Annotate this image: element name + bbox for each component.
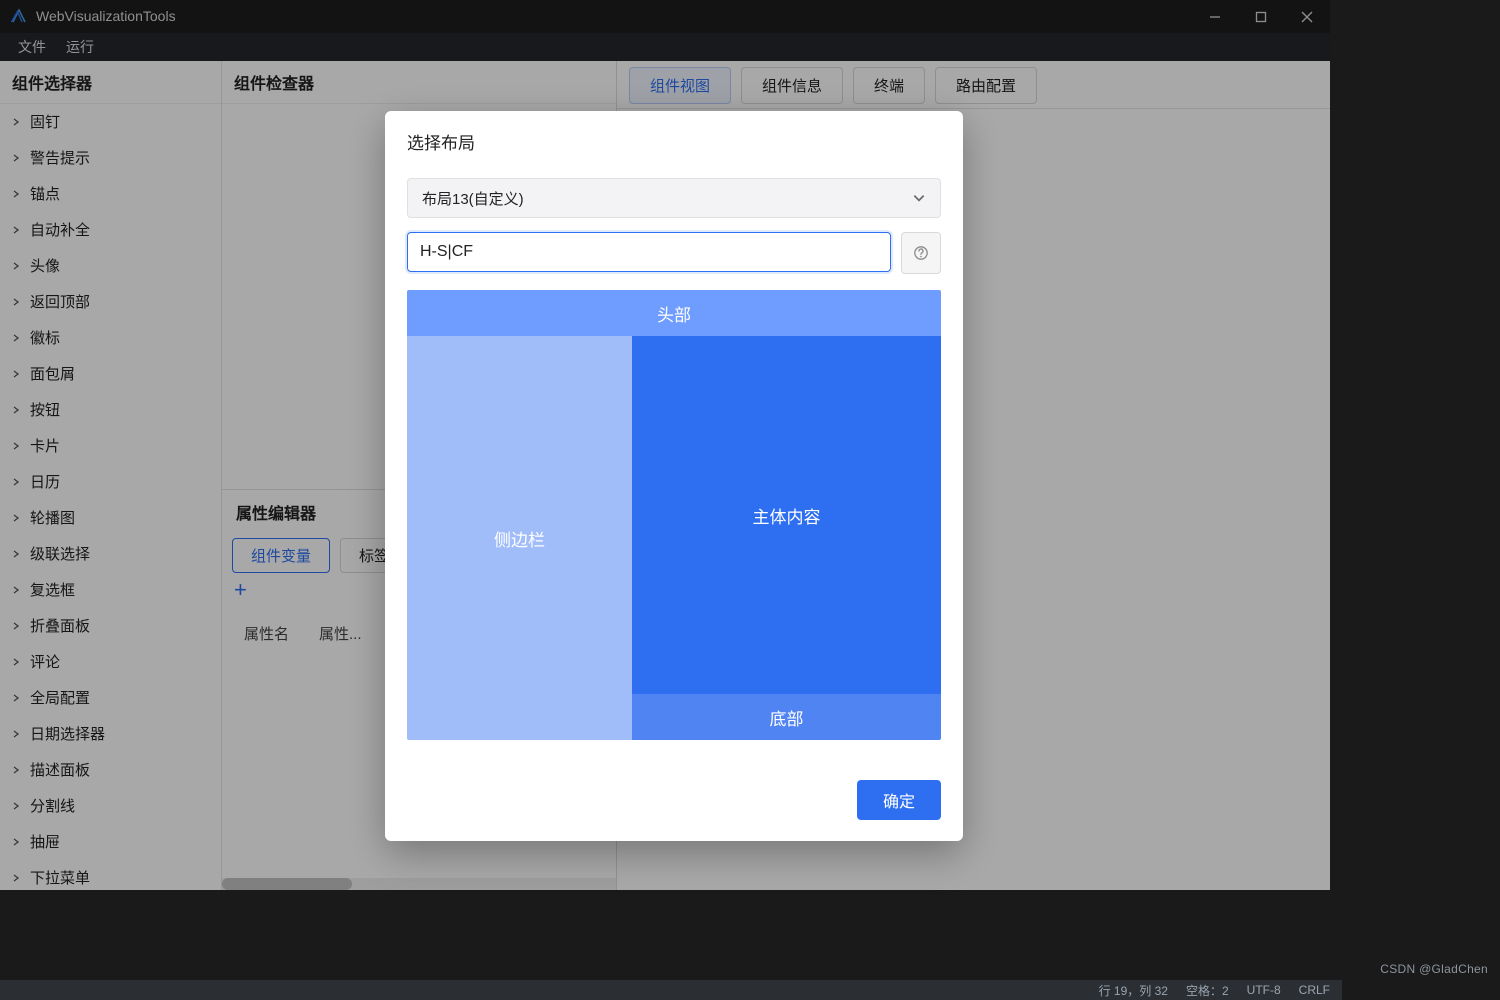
status-encoding: UTF-8 xyxy=(1247,983,1281,997)
layout-preview-sidebar: 侧边栏 xyxy=(407,336,632,740)
modal-ok-button[interactable]: 确定 xyxy=(857,780,941,820)
layout-preset-select[interactable]: 布局13(自定义) xyxy=(407,178,941,218)
watermark: CSDN @GladChen xyxy=(1380,962,1488,976)
layout-preview-footer: 底部 xyxy=(632,694,941,740)
layout-preset-value: 布局13(自定义) xyxy=(422,188,524,209)
status-spaces: 空格：2 xyxy=(1186,982,1229,999)
modal-title: 选择布局 xyxy=(385,111,963,172)
layout-preview-content: 主体内容 xyxy=(632,336,941,694)
app-shell: WebVisualizationTools 文件 运行 组件选择器 固钉警告提示… xyxy=(0,0,1330,890)
status-position: 行 19，列 32 xyxy=(1099,982,1168,999)
layout-expression-input[interactable] xyxy=(407,232,891,272)
layout-preview-header: 头部 xyxy=(407,290,941,336)
layout-preview: 头部 侧边栏 主体内容 底部 xyxy=(407,290,941,740)
layout-help-button[interactable] xyxy=(901,232,941,274)
status-bar: 行 19，列 32 空格：2 UTF-8 CRLF xyxy=(0,980,1342,1000)
chevron-down-icon xyxy=(912,191,926,205)
status-eol: CRLF xyxy=(1299,983,1330,997)
layout-selection-modal: 选择布局 布局13(自定义) 头部 xyxy=(385,111,963,841)
